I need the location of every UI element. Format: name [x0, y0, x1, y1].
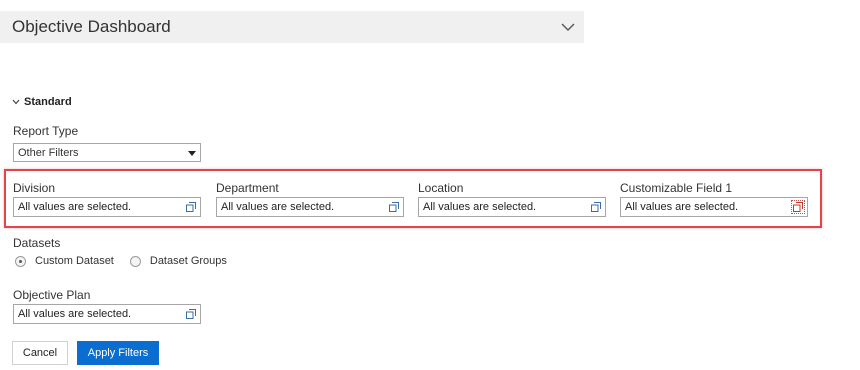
dashboard-header[interactable]: Objective Dashboard: [0, 11, 584, 43]
location-label: Location: [418, 181, 464, 195]
section-toggle-standard[interactable]: Standard: [12, 96, 72, 108]
apply-filters-button[interactable]: Apply Filters: [77, 341, 159, 365]
customizable-field-1-value: All values are selected.: [625, 201, 739, 213]
custom-dataset-label: Custom Dataset: [35, 255, 114, 267]
page-title: Objective Dashboard: [12, 17, 171, 36]
department-field[interactable]: All values are selected.: [216, 197, 404, 217]
popup-selector-icon[interactable]: [591, 202, 601, 212]
datasets-label: Datasets: [13, 236, 61, 250]
chevron-down-icon: [12, 99, 20, 105]
dataset-groups-radio[interactable]: [129, 255, 141, 267]
customizable-field-1-field[interactable]: All values are selected.: [620, 197, 808, 217]
popup-selector-icon[interactable]: [186, 309, 196, 319]
popup-selector-icon[interactable]: [791, 200, 805, 214]
datasets-radio-group: Custom Dataset Dataset Groups: [15, 255, 227, 267]
custom-dataset-radio[interactable]: [15, 255, 26, 267]
cancel-button[interactable]: Cancel: [12, 341, 68, 365]
location-value: All values are selected.: [423, 201, 537, 213]
report-type-value: Other Filters: [18, 147, 79, 159]
division-value: All values are selected.: [18, 201, 132, 213]
popup-selector-icon[interactable]: [389, 202, 399, 212]
objective-plan-value: All values are selected.: [18, 308, 132, 320]
division-field[interactable]: All values are selected.: [13, 197, 201, 217]
popup-selector-icon[interactable]: [186, 202, 196, 212]
location-field[interactable]: All values are selected.: [418, 197, 606, 217]
customizable-field-1-label: Customizable Field 1: [620, 181, 733, 195]
department-value: All values are selected.: [221, 201, 335, 213]
chevron-down-icon[interactable]: [560, 19, 576, 35]
objective-plan-label: Objective Plan: [13, 288, 91, 302]
objective-plan-field[interactable]: All values are selected.: [13, 304, 201, 324]
dataset-groups-label: Dataset Groups: [149, 255, 227, 267]
section-title: Standard: [24, 96, 72, 108]
division-label: Division: [13, 181, 56, 195]
dropdown-arrow-icon: [188, 151, 196, 156]
report-type-select[interactable]: Other Filters: [13, 143, 201, 162]
report-type-label: Report Type: [13, 124, 79, 138]
department-label: Department: [216, 181, 279, 195]
